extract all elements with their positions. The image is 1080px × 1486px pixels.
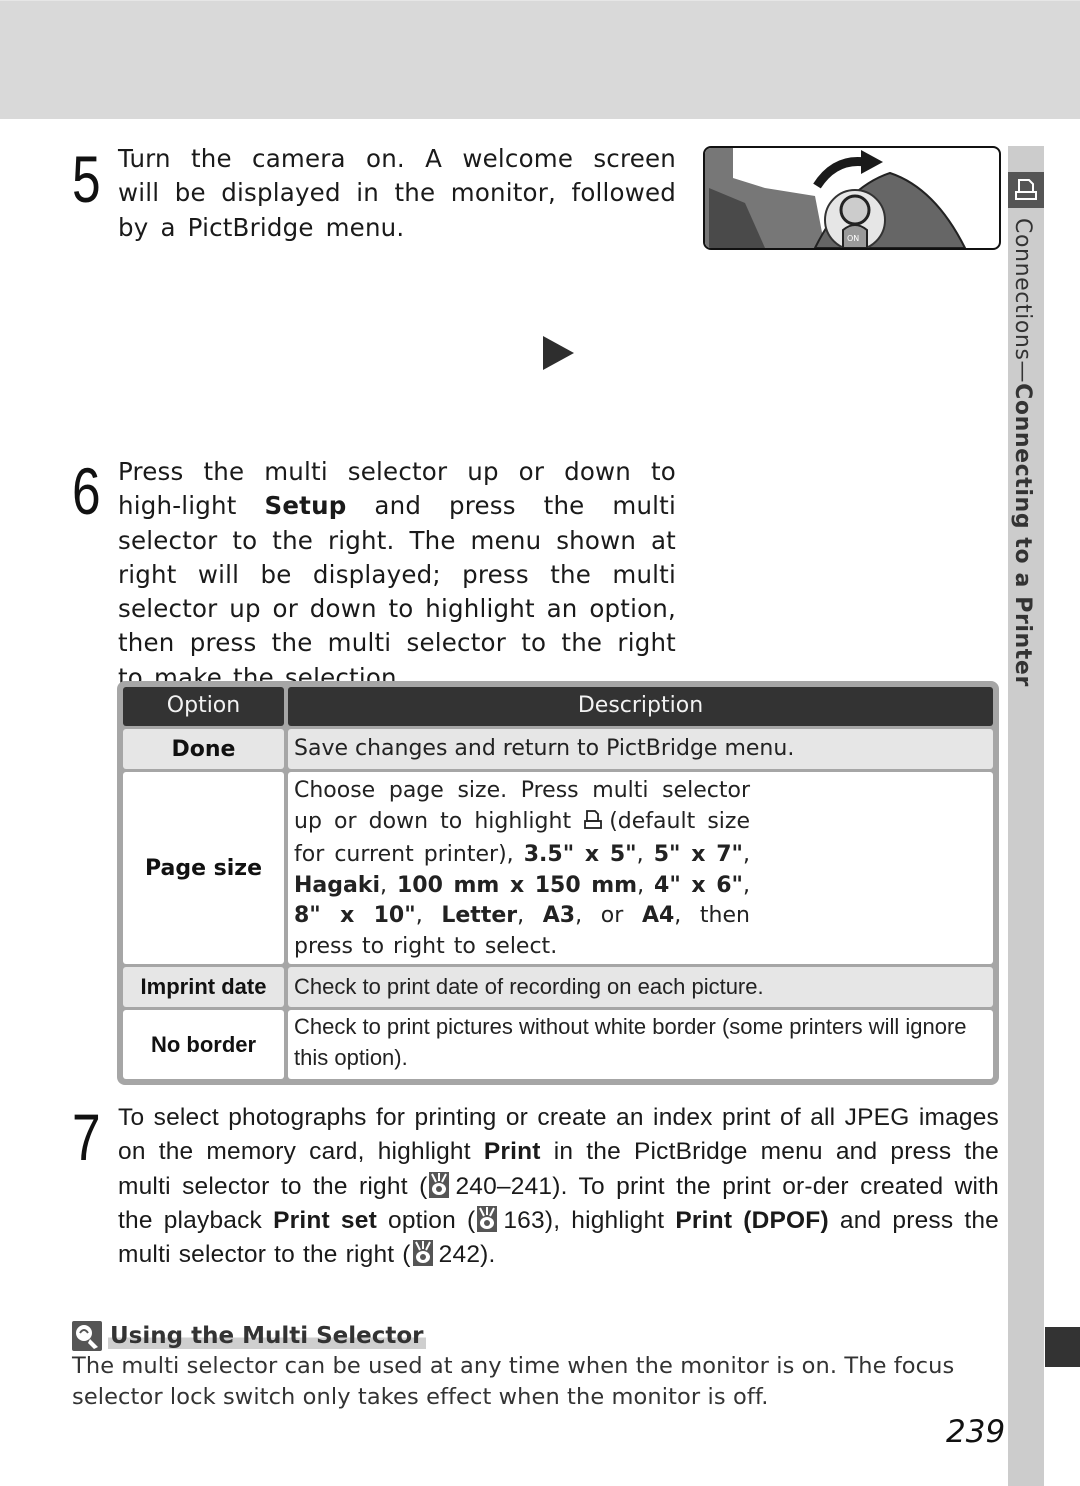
option-done: Done [123, 729, 284, 769]
svg-text:ON: ON [847, 234, 859, 243]
page-reference-icon [477, 1205, 498, 1232]
option-imprint-date: Imprint date [123, 967, 284, 1007]
step-number: 5 [72, 142, 101, 216]
note-title: Using the Multi Selector [108, 1323, 426, 1349]
note-body: The multi selector can be used at any ti… [72, 1353, 955, 1410]
description-imprint-date: Check to print date of recording on each… [288, 967, 993, 1007]
option-page-size: Page size [123, 772, 284, 964]
description-no-border: Check to print pictures without white bo… [288, 1010, 993, 1079]
options-table: Option Description Done Save changes and… [117, 681, 999, 1085]
step-number: 7 [72, 1100, 101, 1174]
section-marker [1045, 1327, 1080, 1367]
page-reference-icon [429, 1171, 450, 1198]
step-text: Press the multi selector up or down to h… [118, 457, 676, 692]
printer-icon [1008, 172, 1044, 208]
camera-power-switch-illustration: ON [703, 146, 1001, 250]
option-no-border: No border [123, 1010, 284, 1079]
note-heading: Using the Multi Selector [72, 1321, 426, 1351]
column-header-option: Option [123, 687, 284, 726]
chapter-title: Connections—Connecting to a Printer [1010, 218, 1035, 687]
tip-icon [72, 1321, 102, 1351]
step-text: Turn the camera on. A welcome screen wil… [118, 144, 676, 242]
printer-icon [583, 809, 603, 841]
header-band [0, 0, 1080, 119]
page-reference-icon [412, 1240, 433, 1267]
step-text: To select photographs for printing or cr… [118, 1104, 1000, 1269]
page-number: 239 [946, 1414, 1006, 1450]
arrow-right-icon [543, 336, 574, 370]
description-done: Save changes and return to PictBridge me… [288, 729, 993, 769]
column-header-description: Description [288, 687, 993, 726]
step-number: 6 [72, 454, 101, 528]
description-page-size: Choose page size. Press multi selector u… [288, 772, 993, 964]
